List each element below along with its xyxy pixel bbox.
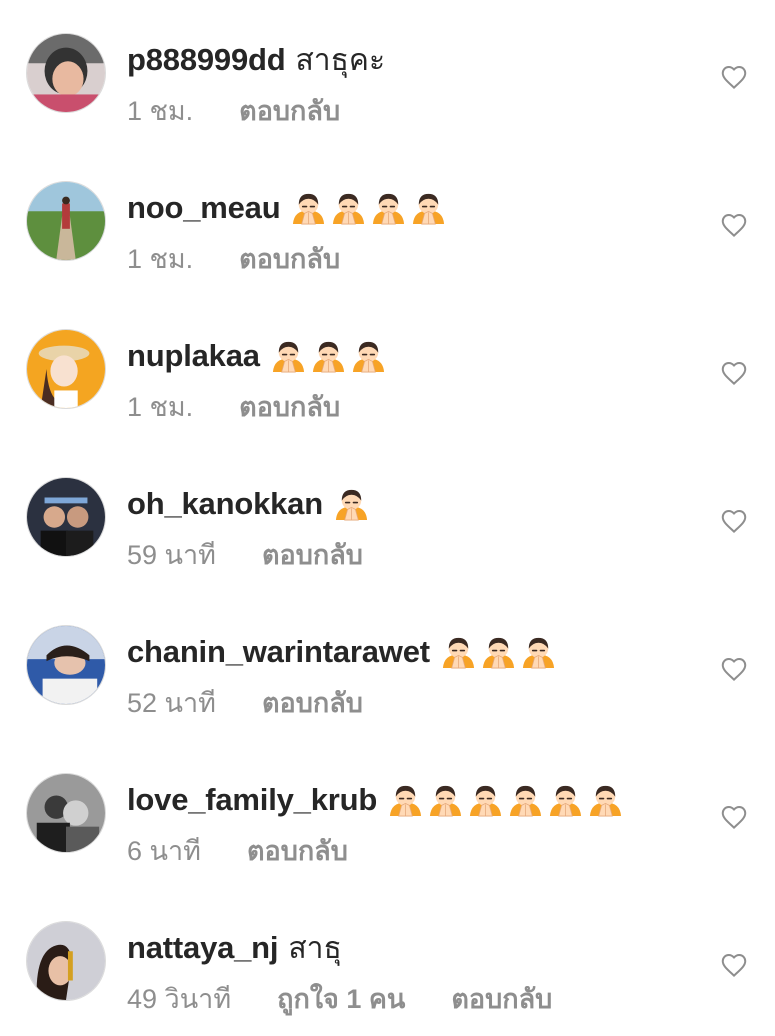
reply-button[interactable]: ตอบกลับ	[262, 681, 363, 724]
emoji-group	[441, 635, 556, 670]
comment-line: love_family_krub	[127, 780, 623, 820]
comment-username[interactable]: love_family_krub	[127, 782, 377, 818]
reply-button[interactable]: ตอบกลับ	[239, 385, 340, 428]
avatar[interactable]	[26, 329, 106, 409]
comment-meta: 49 วินาที ถูกใจ 1 คน ตอบกลับ	[127, 981, 552, 1015]
person-bowing-emoji	[335, 489, 367, 520]
comment-time: 6 นาที	[127, 835, 201, 866]
person-bowing-emoji	[510, 785, 542, 816]
person-bowing-emoji	[293, 193, 325, 224]
person-bowing-emoji	[522, 637, 554, 668]
person-bowing-emoji	[550, 785, 582, 816]
avatar[interactable]	[26, 181, 106, 261]
emoji-group	[334, 487, 369, 522]
comment-item: p888999dd สาธุคะ 1 ชม. ตอบกลับ	[0, 0, 775, 148]
emoji-group	[291, 191, 446, 226]
comment-item: oh_kanokkan 59 นาที ตอบกลับ	[0, 444, 775, 592]
comment-time: 1 ชม.	[127, 391, 194, 422]
comment-meta: 52 นาที ตอบกลับ	[127, 685, 363, 719]
avatar[interactable]	[26, 33, 106, 113]
reply-button[interactable]: ตอบกลับ	[451, 977, 552, 1020]
comment-time: 52 นาที	[127, 687, 216, 718]
like-heart-icon[interactable]	[719, 358, 749, 388]
comment-line: nuplakaa	[127, 336, 386, 376]
like-heart-icon[interactable]	[719, 950, 749, 980]
person-bowing-emoji	[482, 637, 514, 668]
comment-item: chanin_warintarawet 52 นาที ตอบกลับ	[0, 592, 775, 740]
emoji-group	[388, 783, 623, 818]
comment-username[interactable]: p888999dd	[127, 42, 286, 78]
comment-time: 1 ชม.	[127, 95, 194, 126]
comment-username[interactable]: chanin_warintarawet	[127, 634, 430, 670]
avatar[interactable]	[26, 773, 106, 853]
like-heart-icon[interactable]	[719, 802, 749, 832]
like-heart-icon[interactable]	[719, 506, 749, 536]
like-count-button[interactable]: ถูกใจ 1 คน	[277, 977, 405, 1020]
comment-username[interactable]: oh_kanokkan	[127, 486, 323, 522]
comment-time: 59 นาที	[127, 539, 216, 570]
comment-meta: 59 นาที ตอบกลับ	[127, 537, 363, 571]
avatar[interactable]	[26, 477, 106, 557]
reply-button[interactable]: ตอบกลับ	[239, 89, 340, 132]
person-bowing-emoji	[413, 193, 445, 224]
comment-item: noo_meau 1 ชม. ตอบกลับ	[0, 148, 775, 296]
comment-line: oh_kanokkan	[127, 484, 369, 524]
comment-text: สาธุคะ	[295, 43, 386, 77]
avatar-photo	[27, 34, 105, 112]
comment-meta: 1 ชม. ตอบกลับ	[127, 241, 340, 275]
avatar-photo	[27, 774, 105, 852]
avatar-photo	[27, 626, 105, 704]
reply-button[interactable]: ตอบกลับ	[239, 237, 340, 280]
comment-meta: 1 ชม. ตอบกลับ	[127, 93, 340, 127]
person-bowing-emoji	[352, 341, 384, 372]
comment-item: love_family_krub 6 นาที ตอบกลับ	[0, 740, 775, 888]
comment-username[interactable]: nuplakaa	[127, 338, 260, 374]
comment-item: nuplakaa 1 ชม. ตอบกลับ	[0, 296, 775, 444]
comment-username[interactable]: nattaya_nj	[127, 930, 279, 966]
person-bowing-emoji	[390, 785, 422, 816]
comment-item: nattaya_nj สาธุ 49 วินาที ถูกใจ 1 คน ตอบ…	[0, 888, 775, 1036]
person-bowing-emoji	[333, 193, 365, 224]
person-bowing-emoji	[470, 785, 502, 816]
comment-time: 1 ชม.	[127, 243, 194, 274]
person-bowing-emoji	[312, 341, 344, 372]
person-bowing-emoji	[590, 785, 622, 816]
avatar-photo	[27, 330, 105, 408]
comment-list: p888999dd สาธุคะ 1 ชม. ตอบกลับ noo_meau	[0, 0, 775, 1024]
comment-line: noo_meau	[127, 188, 446, 228]
comment-line: p888999dd สาธุคะ	[127, 40, 385, 80]
comment-line: nattaya_nj สาธุ	[127, 928, 342, 968]
comment-username[interactable]: noo_meau	[127, 190, 281, 226]
person-bowing-emoji	[272, 341, 304, 372]
person-bowing-emoji	[430, 785, 462, 816]
comment-meta: 6 นาที ตอบกลับ	[127, 833, 348, 867]
avatar[interactable]	[26, 921, 106, 1001]
avatar-photo	[27, 922, 105, 1000]
person-bowing-emoji	[442, 637, 474, 668]
avatar-photo	[27, 182, 105, 260]
comment-text: สาธุ	[288, 931, 342, 965]
like-heart-icon[interactable]	[719, 654, 749, 684]
like-heart-icon[interactable]	[719, 62, 749, 92]
reply-button[interactable]: ตอบกลับ	[262, 533, 363, 576]
avatar[interactable]	[26, 625, 106, 705]
reply-button[interactable]: ตอบกลับ	[247, 829, 348, 872]
comment-meta: 1 ชม. ตอบกลับ	[127, 389, 340, 423]
comment-time: 49 วินาที	[127, 983, 232, 1014]
avatar-photo	[27, 478, 105, 556]
emoji-group	[271, 339, 386, 374]
person-bowing-emoji	[373, 193, 405, 224]
like-heart-icon[interactable]	[719, 210, 749, 240]
comment-line: chanin_warintarawet	[127, 632, 556, 672]
